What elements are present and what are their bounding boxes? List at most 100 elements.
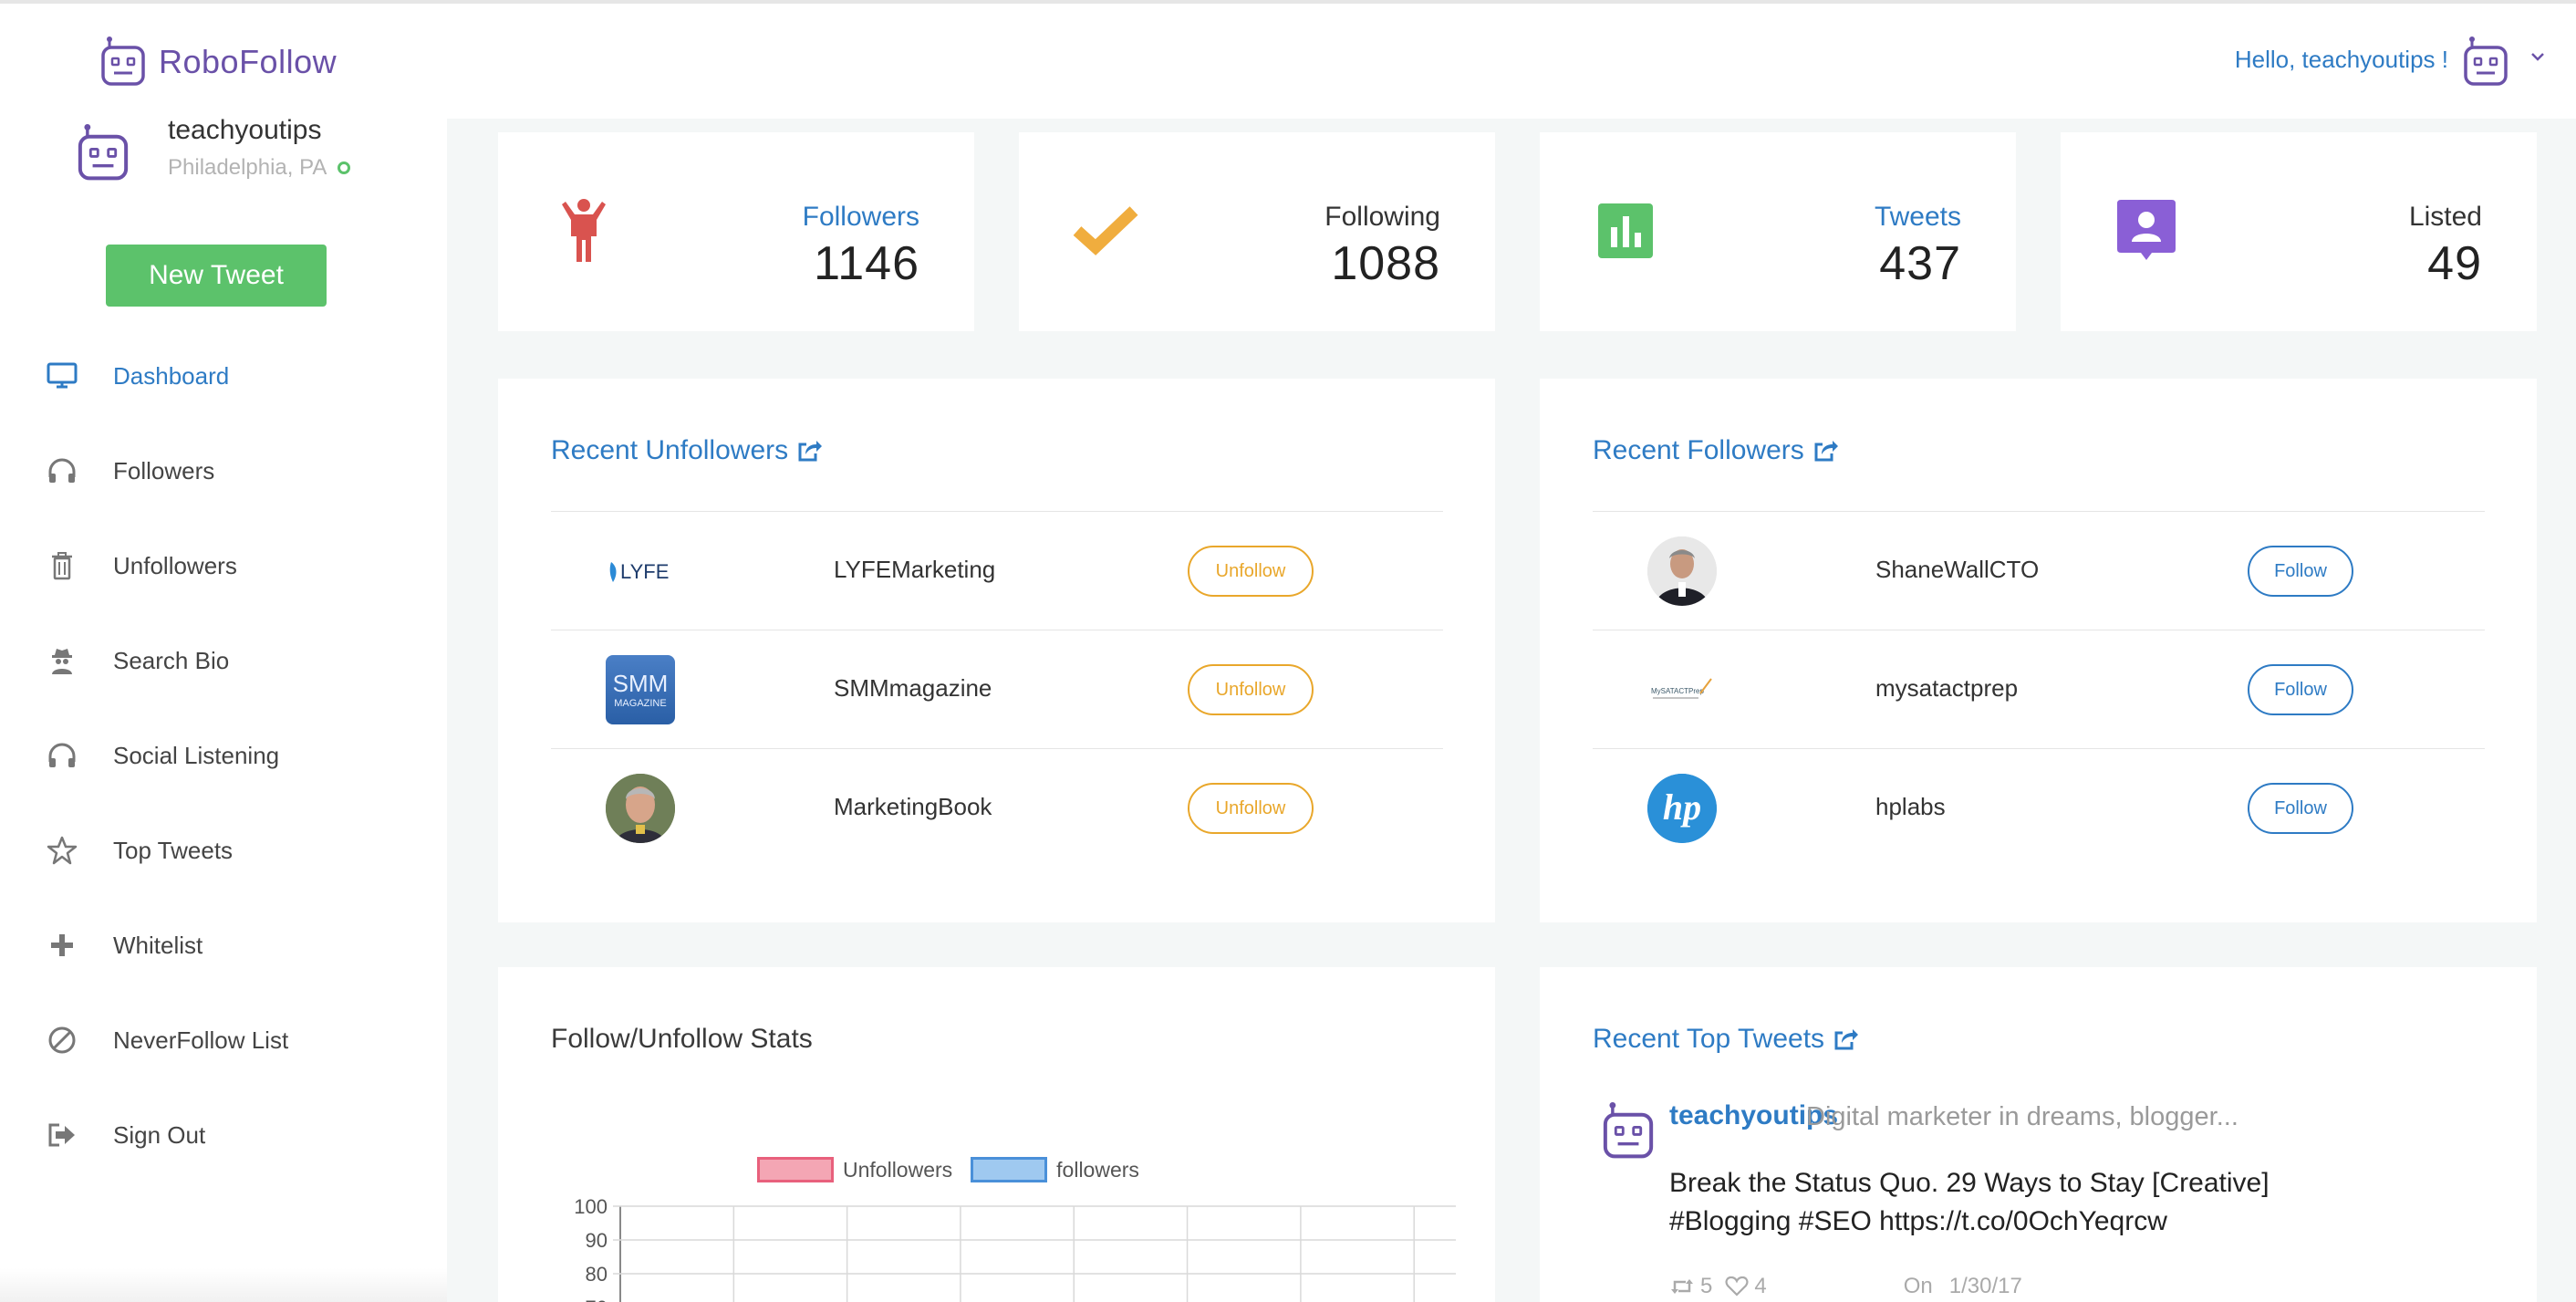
follow-button[interactable]: Follow xyxy=(2248,664,2353,715)
sidebar-item-label: Sign Out xyxy=(113,1120,206,1149)
profile-name: teachyoutips xyxy=(168,115,322,145)
legend-swatch-followers[interactable] xyxy=(971,1157,1048,1182)
y-tick-label: 100 xyxy=(574,1195,608,1218)
avatar[interactable]: hp xyxy=(1647,774,1717,843)
row-username[interactable]: LYFEMarketing xyxy=(834,556,995,584)
sidebar-item-whitelist[interactable]: Whitelist xyxy=(0,918,447,973)
unfollow-button[interactable]: Unfollow xyxy=(1188,546,1314,597)
table-row: MarketingBook Unfollow xyxy=(551,748,1443,867)
heart-icon xyxy=(1725,1276,1749,1297)
row-username[interactable]: ShaneWallCTO xyxy=(1875,556,2039,584)
external-link-icon xyxy=(1834,1029,1859,1050)
sidebar-item-label: Dashboard xyxy=(113,361,230,390)
stat-label: Followers xyxy=(802,202,919,232)
stat-card-followers[interactable]: Followers 1146 xyxy=(498,132,974,331)
legend-swatch-unfollowers[interactable] xyxy=(757,1157,834,1182)
external-link-icon xyxy=(798,441,823,462)
avatar-text: LYFE xyxy=(620,560,669,583)
chevron-down-icon[interactable] xyxy=(2529,47,2549,68)
stat-value: 1088 xyxy=(1331,237,1440,290)
tweet-date: 1/30/17 xyxy=(1948,1274,2022,1298)
stats-bar-chart: 100 90 80 70 xyxy=(574,1195,1456,1302)
follow-button[interactable]: Follow xyxy=(2248,546,2353,597)
sidebar-item-dashboard[interactable]: Dashboard xyxy=(0,349,447,403)
user-greeting[interactable]: Hello, teachyoutips ! xyxy=(2235,46,2448,74)
sidebar: teachyoutips Philadelphia, PA New Tweet … xyxy=(0,115,447,1302)
table-row: SMM MAGAZINE SMMmagazine Unfollow xyxy=(551,630,1443,748)
plus-icon xyxy=(44,927,80,963)
recent-top-tweets-title[interactable]: Recent Top Tweets xyxy=(1593,1024,1859,1055)
sidebar-item-social-listening[interactable]: Social Listening xyxy=(0,728,447,783)
unfollow-button[interactable]: Unfollow xyxy=(1188,783,1314,834)
stat-value: 1146 xyxy=(814,237,919,290)
avatar-text: MySATACTPrep xyxy=(1651,687,1704,695)
unfollow-button[interactable]: Unfollow xyxy=(1188,664,1314,715)
avatar-text: hp xyxy=(1663,786,1701,828)
robot-logo-icon xyxy=(101,36,145,86)
trash-icon xyxy=(44,547,80,584)
chart-legend: Unfollowers followers xyxy=(757,1157,1139,1182)
recent-followers-card: Recent Followers ShaneWallCTO Follow MyS… xyxy=(1540,379,2537,922)
stat-card-listed[interactable]: Listed 49 xyxy=(2061,132,2537,331)
follow-button[interactable]: Follow xyxy=(2248,783,2353,834)
sign-out-icon xyxy=(44,1117,80,1153)
tweet-text: Break the Status Quo. 29 Ways to Stay [C… xyxy=(1669,1168,2270,1236)
bar-chart-icon xyxy=(1591,196,1660,266)
tweet-user-bio: Digital marketer in dreams, blogger... xyxy=(1806,1102,2238,1131)
y-tick-label: 80 xyxy=(586,1263,608,1286)
avatar[interactable] xyxy=(1647,536,1717,606)
monitor-icon xyxy=(44,358,80,394)
sidebar-item-neverfollow-list[interactable]: NeverFollow List xyxy=(0,1013,447,1068)
avatar[interactable]: MySATACTPrep xyxy=(1647,655,1717,724)
sidebar-item-top-tweets[interactable]: Top Tweets xyxy=(0,823,447,878)
row-username[interactable]: MarketingBook xyxy=(834,793,992,821)
card-title-text: Recent Top Tweets xyxy=(1593,1024,1825,1054)
avatar[interactable]: SMM MAGAZINE xyxy=(606,655,675,724)
row-username[interactable]: mysatactprep xyxy=(1875,674,2018,703)
card-title-text: Recent Followers xyxy=(1593,435,1804,465)
sidebar-item-followers[interactable]: Followers xyxy=(0,443,447,498)
tweet-avatar[interactable] xyxy=(1602,1102,1655,1165)
profile-avatar[interactable] xyxy=(77,124,130,187)
like-count[interactable]: 4 xyxy=(1725,1274,1767,1299)
stats-chart-card: Follow/Unfollow Stats Unfollowers follow… xyxy=(498,967,1495,1302)
robot-avatar-icon xyxy=(2464,36,2508,86)
row-username[interactable]: hplabs xyxy=(1875,793,1946,821)
sidebar-item-sign-out[interactable]: Sign Out xyxy=(0,1108,447,1162)
row-username[interactable]: SMMmagazine xyxy=(834,674,992,703)
sidebar-item-label: NeverFollow List xyxy=(113,1026,289,1054)
avatar[interactable] xyxy=(606,774,675,843)
card-title-text: Recent Unfollowers xyxy=(551,435,789,465)
stat-value: 437 xyxy=(1879,237,1961,290)
app-header: RoboFollow Hello, teachyoutips ! xyxy=(0,4,2576,119)
recent-top-tweets-card: Recent Top Tweets teachyoutips Digital m… xyxy=(1540,967,2537,1302)
recent-followers-title[interactable]: Recent Followers xyxy=(1593,435,1839,466)
stat-card-tweets[interactable]: Tweets 437 xyxy=(1540,132,2016,331)
profile-location-text: Philadelphia, PA xyxy=(168,155,327,180)
brand-logo[interactable]: RoboFollow xyxy=(100,36,337,88)
recent-unfollowers-title[interactable]: Recent Unfollowers xyxy=(551,435,823,466)
user-avatar[interactable] xyxy=(2463,36,2508,92)
stat-label: Listed xyxy=(2408,202,2482,232)
stat-card-following[interactable]: Following 1088 xyxy=(1019,132,1495,331)
avatar[interactable]: LYFE xyxy=(606,536,675,606)
sidebar-item-label: Social Listening xyxy=(113,741,280,769)
legend-label: Unfollowers xyxy=(843,1157,953,1182)
star-icon xyxy=(44,832,80,869)
svg-text:MAGAZINE: MAGAZINE xyxy=(614,698,666,709)
table-row: ShaneWallCTO Follow xyxy=(1593,511,2485,630)
sidebar-item-search-bio[interactable]: Search Bio xyxy=(0,633,447,688)
headphones-icon xyxy=(44,453,80,489)
profile-location: Philadelphia, PA xyxy=(168,155,351,181)
recent-unfollowers-card: Recent Unfollowers LYFE LYFEMarketing Un… xyxy=(498,379,1495,922)
like-count-text: 4 xyxy=(1754,1274,1767,1298)
y-tick-label: 70 xyxy=(586,1297,608,1302)
main-content: Followers 1146 Following 1088 Tweets 437… xyxy=(447,119,2576,1302)
sidebar-item-label: Whitelist xyxy=(113,931,203,959)
sidebar-item-unfollowers[interactable]: Unfollowers xyxy=(0,538,447,593)
online-status-icon xyxy=(338,161,351,174)
new-tweet-button[interactable]: New Tweet xyxy=(106,245,327,307)
table-row: MySATACTPrep mysatactprep Follow xyxy=(1593,630,2485,748)
retweet-count[interactable]: 5 xyxy=(1669,1274,1712,1299)
stat-label: Following xyxy=(1324,202,1440,232)
